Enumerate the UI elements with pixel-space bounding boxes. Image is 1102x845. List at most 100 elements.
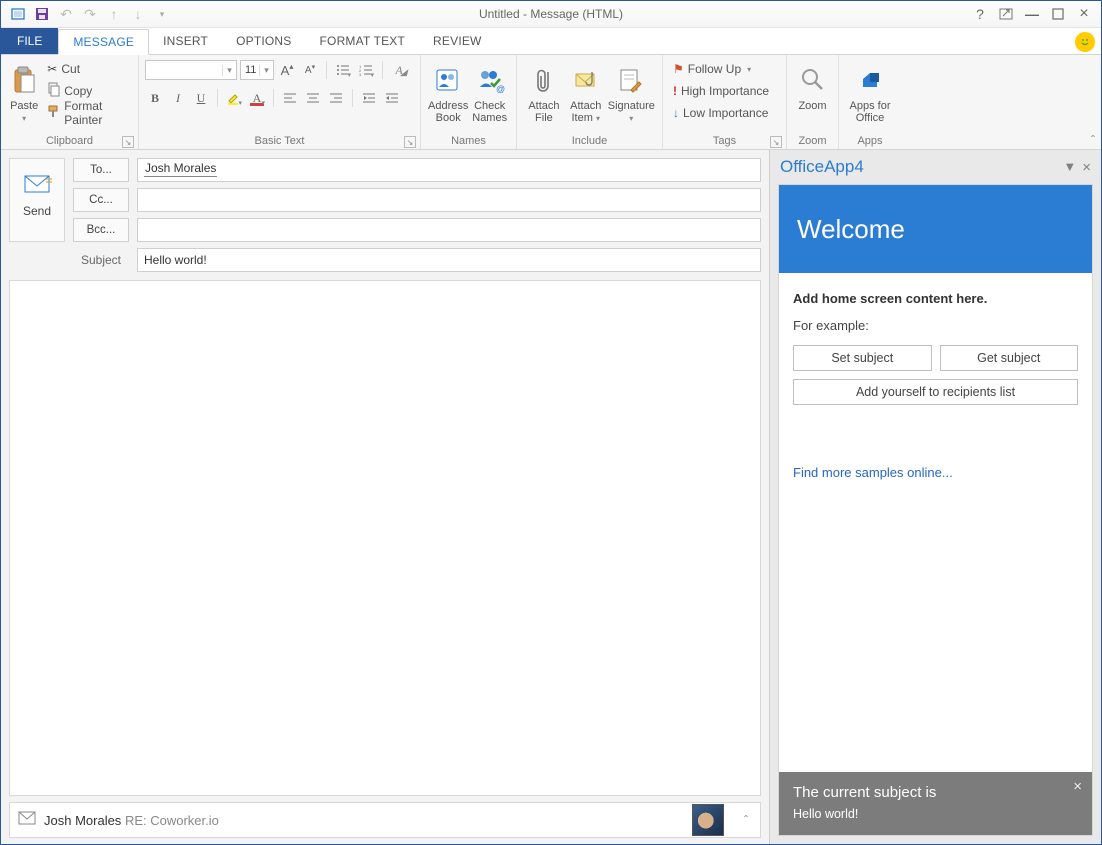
copy-icon xyxy=(47,83,60,99)
subject-field[interactable] xyxy=(137,248,761,272)
maximize-icon[interactable] xyxy=(1045,3,1071,25)
task-pane-footer: × The current subject is Hello world! xyxy=(779,772,1092,835)
clear-format-icon[interactable]: A◢ xyxy=(389,60,409,80)
qat-customize-icon[interactable]: ▾ xyxy=(151,3,173,25)
task-pane-close-icon[interactable]: × xyxy=(1082,159,1091,176)
undo-icon[interactable]: ↶ xyxy=(55,3,77,25)
check-names-button[interactable]: @ Check Names xyxy=(469,58,510,125)
bcc-field[interactable] xyxy=(137,218,761,242)
outlook-icon[interactable] xyxy=(7,3,29,25)
apps-for-office-button[interactable]: Apps for Office xyxy=(845,58,895,125)
font-name-combo[interactable]: ▾ xyxy=(145,60,237,80)
cut-icon: ✂ xyxy=(47,62,57,76)
to-field[interactable]: Josh Morales xyxy=(137,158,761,182)
cc-field[interactable] xyxy=(137,188,761,212)
underline-icon[interactable]: U xyxy=(191,88,211,108)
group-tags: ⚑Follow Up▾ !High Importance ↓Low Import… xyxy=(663,55,787,149)
redo-icon[interactable]: ↷ xyxy=(79,3,101,25)
group-label-tags: Tags xyxy=(713,135,736,147)
zoom-button[interactable]: Zoom xyxy=(793,58,832,113)
low-importance-icon: ↓ xyxy=(673,106,679,120)
bold-icon[interactable]: B xyxy=(145,88,165,108)
group-names: Address Book @ Check Names Names xyxy=(421,55,517,149)
flag-icon: ⚑ xyxy=(673,62,684,76)
send-icon xyxy=(24,175,50,198)
minimize-icon[interactable]: — xyxy=(1019,3,1045,25)
decrease-indent-icon[interactable] xyxy=(359,88,379,108)
format-painter-button[interactable]: Format Painter xyxy=(43,102,132,124)
align-right-icon[interactable] xyxy=(326,88,346,108)
paste-button[interactable]: Paste▾ xyxy=(7,58,41,125)
ribbon: Paste▾ ✂Cut Copy Format Painter Clipboar… xyxy=(1,55,1101,150)
high-importance-button[interactable]: !High Importance xyxy=(669,80,773,102)
low-importance-button[interactable]: ↓Low Importance xyxy=(669,102,772,124)
cut-button[interactable]: ✂Cut xyxy=(43,58,132,80)
attach-item-button[interactable]: Attach Item ▾ xyxy=(565,58,607,125)
add-recipient-button[interactable]: Add yourself to recipients list xyxy=(793,379,1078,405)
tab-format-text[interactable]: FORMAT TEXT xyxy=(306,28,420,54)
clipboard-launcher-icon[interactable]: ↘ xyxy=(122,136,134,148)
next-item-icon[interactable]: ↓ xyxy=(127,3,149,25)
address-book-button[interactable]: Address Book xyxy=(427,58,469,125)
task-pane-banner: Welcome xyxy=(779,185,1092,273)
task-pane-title: OfficeApp4 xyxy=(780,157,864,177)
help-icon[interactable]: ? xyxy=(967,3,993,25)
address-book-icon xyxy=(435,63,461,97)
tab-insert[interactable]: INSERT xyxy=(149,28,222,54)
address-book-label: Address Book xyxy=(428,97,468,124)
follow-up-button[interactable]: ⚑Follow Up▾ xyxy=(669,58,755,80)
tab-review[interactable]: REVIEW xyxy=(419,28,496,54)
feedback-icon[interactable] xyxy=(1075,32,1095,52)
notification-close-icon[interactable]: × xyxy=(1073,778,1082,795)
set-subject-button[interactable]: Set subject xyxy=(793,345,932,371)
font-size-combo[interactable]: 11▾ xyxy=(240,60,274,80)
attach-file-label: Attach File xyxy=(524,97,564,124)
avatar[interactable] xyxy=(692,804,724,836)
shrink-font-icon[interactable]: A▾ xyxy=(300,60,320,80)
grow-font-icon[interactable]: A▴ xyxy=(277,60,297,80)
save-icon[interactable] xyxy=(31,3,53,25)
tags-launcher-icon[interactable]: ↘ xyxy=(770,136,782,148)
font-color-icon[interactable]: A▾ xyxy=(247,88,267,108)
align-center-icon[interactable] xyxy=(303,88,323,108)
group-clipboard: Paste▾ ✂Cut Copy Format Painter Clipboar… xyxy=(1,55,139,149)
recipient-chip[interactable]: Josh Morales xyxy=(144,161,217,177)
highlight-icon[interactable]: ▾ xyxy=(224,88,244,108)
quick-access-toolbar: ↶ ↷ ↑ ↓ ▾ xyxy=(1,3,173,25)
close-icon[interactable]: × xyxy=(1071,3,1097,25)
cc-button[interactable]: Cc... xyxy=(73,188,129,212)
message-body[interactable] xyxy=(9,280,761,796)
pane-example-label: For example: xyxy=(793,318,1078,333)
ribbon-options-icon[interactable] xyxy=(993,3,1019,25)
signature-icon xyxy=(619,63,643,97)
footer-value: Hello world! xyxy=(793,807,1078,821)
bullets-icon[interactable]: ▾ xyxy=(333,60,353,80)
people-name[interactable]: Josh Morales RE: Coworker.io xyxy=(44,813,219,828)
group-label-include: Include xyxy=(523,135,656,149)
numbering-icon[interactable]: 123▾ xyxy=(356,60,376,80)
task-pane-menu-icon[interactable]: ▼ xyxy=(1063,159,1076,176)
increase-indent-icon[interactable] xyxy=(382,88,402,108)
to-button[interactable]: To... xyxy=(73,158,129,182)
samples-link[interactable]: Find more samples online... xyxy=(793,465,1078,480)
file-tab[interactable]: FILE xyxy=(1,28,58,54)
attach-file-button[interactable]: Attach File xyxy=(523,58,565,125)
signature-button[interactable]: Signature▾ xyxy=(607,58,656,125)
check-names-label: Check Names xyxy=(470,97,509,124)
italic-icon[interactable]: I xyxy=(168,88,188,108)
svg-text:@: @ xyxy=(496,84,505,94)
basic-text-launcher-icon[interactable]: ↘ xyxy=(404,136,416,148)
get-subject-button[interactable]: Get subject xyxy=(940,345,1079,371)
tab-message[interactable]: MESSAGE xyxy=(58,29,149,55)
bcc-button[interactable]: Bcc... xyxy=(73,218,129,242)
group-label-clipboard: Clipboard xyxy=(46,135,93,147)
collapse-ribbon-icon[interactable]: ˆ xyxy=(1091,133,1095,147)
prev-item-icon[interactable]: ↑ xyxy=(103,3,125,25)
send-button[interactable]: Send xyxy=(9,158,65,242)
tab-options[interactable]: OPTIONS xyxy=(222,28,305,54)
align-left-icon[interactable] xyxy=(280,88,300,108)
people-expand-icon[interactable]: ˆ xyxy=(732,813,752,827)
paste-icon xyxy=(12,63,36,97)
subject-label: Subject xyxy=(73,253,129,267)
envelope-icon xyxy=(18,811,36,830)
